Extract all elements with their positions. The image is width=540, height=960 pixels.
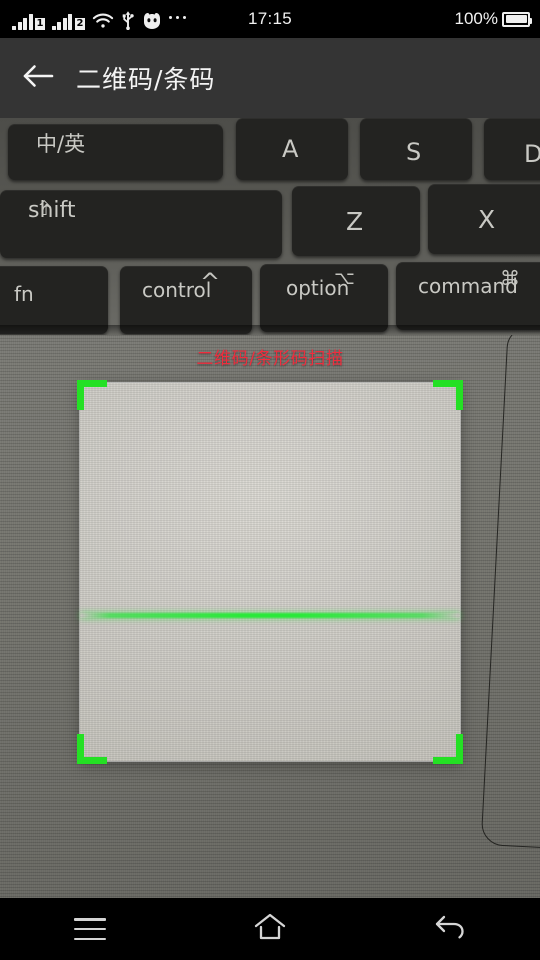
page-title: 二维码/条码 — [76, 65, 216, 94]
camera-preview[interactable]: 中/英 A S Dshift Z Xfn control option command ⇧ ^ ⌥ ⌘… — [0, 118, 540, 898]
nav-menu-button[interactable] — [0, 898, 180, 960]
glyph-option: ⌥ — [334, 268, 355, 289]
phone-screen: 1 2 17:15 100% 二维码/条码 中/英 A S D shift Z … — [0, 0, 540, 960]
key-x-label: X — [478, 205, 496, 234]
glyph-shift: ⇧ — [36, 196, 53, 220]
key-d-label: D — [524, 140, 540, 168]
key-x: X — [428, 184, 540, 254]
back-button[interactable] — [0, 38, 76, 118]
home-icon — [253, 912, 287, 947]
key-option: option — [260, 264, 388, 332]
keyboard-bottom-shadow — [0, 325, 540, 335]
back-arrow-icon — [21, 63, 55, 94]
key-s-label: S — [406, 138, 422, 166]
keyboard-region: 中/英 A S Dshift Z Xfn control option command ⇧ ^ ⌥ ⌘ — [0, 118, 540, 335]
key-control: control — [120, 266, 252, 334]
scan-laser-line — [80, 613, 460, 618]
battery-percent-label: 100% — [454, 9, 498, 28]
key-fn-label: fn — [14, 282, 34, 306]
key-zhongying: 中/英 — [8, 124, 223, 180]
nav-back-button[interactable] — [360, 898, 540, 960]
scan-corner-bottom-left — [77, 734, 107, 764]
glyph-command: ⌘ — [500, 266, 520, 290]
scan-corner-top-right — [433, 380, 463, 410]
status-bar-right: 100% — [454, 0, 532, 38]
key-fn: fn — [0, 266, 108, 334]
key-z: Z — [292, 186, 420, 256]
nav-home-button[interactable] — [180, 898, 360, 960]
key-a-label: A — [282, 135, 299, 163]
status-bar: 1 2 17:15 100% — [0, 0, 540, 38]
key-zhongying-label: 中/英 — [36, 132, 86, 156]
scan-corner-top-left — [77, 380, 107, 410]
app-title-bar: 二维码/条码 — [0, 38, 540, 118]
battery-full-icon — [502, 11, 532, 27]
key-a: A — [236, 118, 348, 180]
scan-corner-bottom-right — [433, 734, 463, 764]
glyph-control: ^ — [200, 268, 221, 296]
key-s: S — [360, 118, 472, 180]
scan-hint-text: 二维码/条形码扫描 — [196, 349, 344, 369]
system-navigation-bar — [0, 898, 540, 960]
scan-frame — [77, 380, 463, 764]
key-d: D — [484, 118, 540, 180]
menu-hamburger-icon — [74, 918, 106, 940]
back-curved-arrow-icon — [433, 913, 467, 946]
scan-surface-grain — [80, 383, 460, 761]
key-z-label: Z — [346, 207, 364, 236]
